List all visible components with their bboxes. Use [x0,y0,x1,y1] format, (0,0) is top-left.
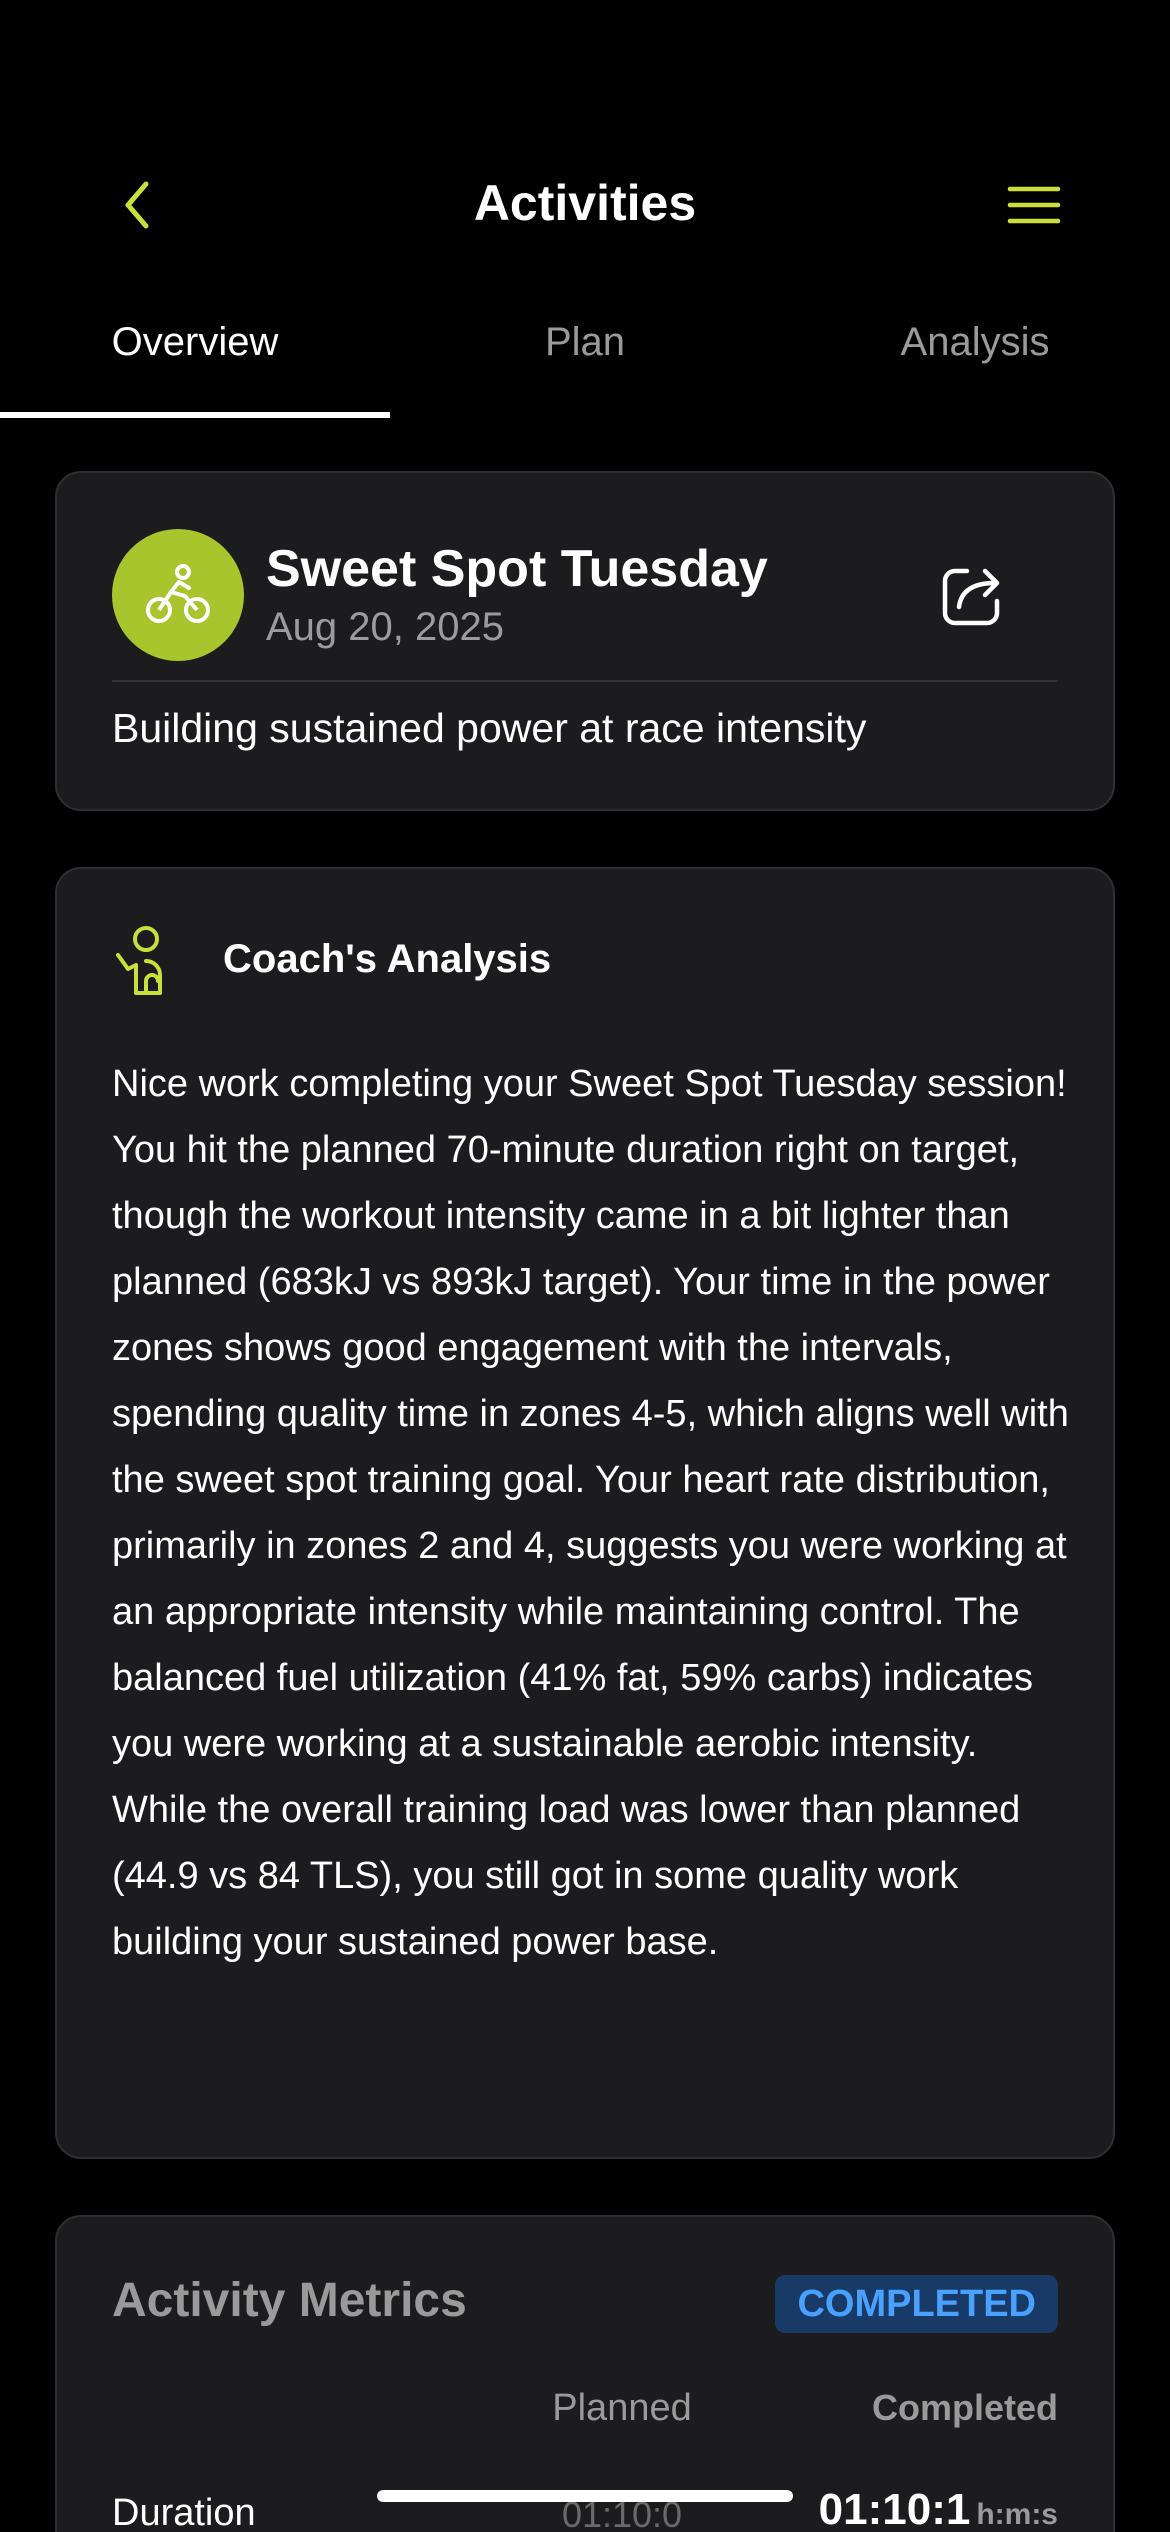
home-indicator[interactable] [377,2490,793,2502]
completed-value: 01:10:1 [818,2485,971,2532]
activities-screen: Activities Overview Plan Analysis Sweet … [0,0,1170,2532]
menu-button[interactable] [1006,180,1062,230]
activity-title: Sweet Spot Tuesday [266,540,768,598]
metrics-title: Activity Metrics [112,2274,467,2327]
activity-metrics-card: Activity Metrics COMPLETED Planned Compl… [55,2215,1115,2532]
hamburger-menu-icon [1007,186,1061,224]
tab-bar: Overview Plan Analysis [0,300,1170,418]
cycling-icon [146,564,210,623]
tab-plan[interactable]: Plan [390,300,780,418]
page-title: Activities [473,175,697,231]
coach-icon [116,926,162,995]
header: Activities [0,160,1170,250]
coach-analysis-card: Coach's Analysis Nice work completing yo… [55,867,1115,2159]
column-header-completed: Completed [871,2387,1058,2428]
metric-label-duration: Duration [112,2492,256,2532]
tab-overview[interactable]: Overview [0,300,390,418]
sport-avatar [112,529,244,661]
tab-analysis[interactable]: Analysis [780,300,1170,418]
unit-label: h:m:s [976,2498,1058,2531]
activity-description: Building sustained power at race intensi… [112,705,867,751]
activity-card: Sweet Spot Tuesday Aug 20, 2025 Building… [55,471,1115,811]
activity-date: Aug 20, 2025 [266,605,504,649]
coach-analysis-text: Nice work completing your Sweet Spot Tue… [112,1063,1069,1963]
coach-title: Coach's Analysis [223,937,552,981]
share-button[interactable] [935,559,1009,633]
share-icon [942,568,1000,626]
metric-completed-duration: 01:10:1 h:m:s [819,2485,1058,2532]
divider [112,680,1058,682]
status-badge: COMPLETED [775,2275,1058,2333]
column-header-planned: Planned [552,2387,692,2429]
